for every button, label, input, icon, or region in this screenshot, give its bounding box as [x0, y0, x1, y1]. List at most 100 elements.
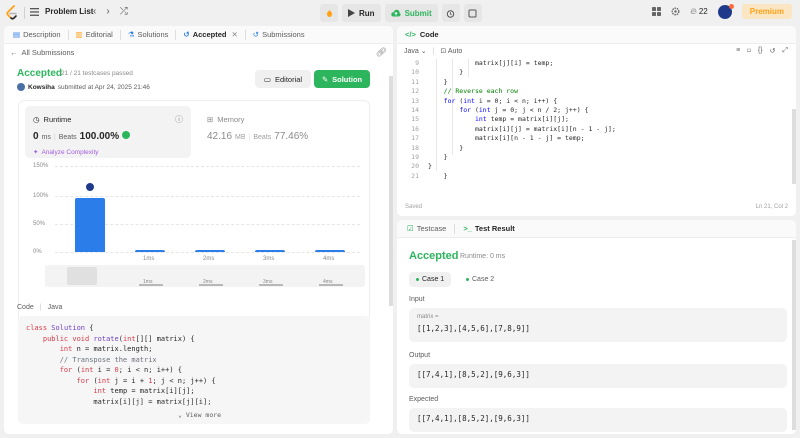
- submission-user: Kowsiha submitted at Apr 24, 2025 21:46: [17, 83, 150, 91]
- bookmark-icon[interactable]: ⌑: [747, 47, 751, 55]
- shuffle-icon[interactable]: ⤮: [120, 6, 128, 17]
- gear-icon[interactable]: [671, 7, 680, 16]
- editor-code-line[interactable]: }: [428, 153, 448, 162]
- runtime-card[interactable]: ◷ Runtime ⓘ 0 ms | Beats 100.00% ✦ Analy…: [25, 106, 191, 158]
- tab-divider: [175, 29, 177, 40]
- runtime-number: 0: [33, 131, 39, 142]
- timer-button[interactable]: [441, 4, 460, 22]
- premium-button[interactable]: Premium: [741, 4, 792, 19]
- sparkle-icon: ✦: [33, 149, 39, 156]
- editor-code-line[interactable]: }: [428, 78, 448, 87]
- reset-icon[interactable]: ↺: [770, 47, 776, 55]
- runtime-beats: 100.00%: [79, 131, 120, 142]
- editor-scrollbar[interactable]: [792, 109, 796, 184]
- case-1-tab[interactable]: Case 1: [409, 272, 452, 287]
- language-select[interactable]: Java ⌄: [404, 47, 427, 55]
- streak-counter[interactable]: 🔥︎ 22: [690, 6, 708, 17]
- editor-code-line[interactable]: int temp = matrix[i][j];: [428, 115, 569, 124]
- info-icon[interactable]: ⓘ: [175, 114, 183, 125]
- editor-code-line[interactable]: matrix[j][i] = temp;: [428, 59, 553, 68]
- top-nav: Problem List ‹ › ⤮ Run Submit 🔥︎ 22 Prem…: [0, 0, 800, 26]
- code-line: int n = matrix.length;: [59, 345, 153, 353]
- submit-button[interactable]: Submit: [384, 4, 438, 22]
- leetcode-logo-icon[interactable]: [5, 5, 19, 21]
- format-icon[interactable]: ≡: [736, 47, 740, 55]
- avatar[interactable]: [717, 3, 734, 19]
- code-editor[interactable]: 9 matrix[j][i] = temp; 10 } 11 } 12 // Reve…: [397, 59, 796, 199]
- beats-badge-icon: [122, 131, 131, 139]
- tab-accepted[interactable]: ↺ Accepted ✕: [178, 26, 242, 44]
- mini-tick-label: 4ms: [323, 279, 333, 285]
- submission-code-block[interactable]: class Solution { public void rotate(int[…: [18, 316, 370, 424]
- braces-icon[interactable]: {}: [758, 47, 763, 55]
- clock-icon: ◷: [33, 115, 40, 124]
- runtime-bar[interactable]: [135, 250, 165, 252]
- editorial-button[interactable]: ▭ Editorial: [255, 70, 311, 88]
- runtime-bar[interactable]: [75, 197, 105, 252]
- tab-editorial[interactable]: ▥ Editorial: [71, 26, 118, 44]
- problem-list-button[interactable]: Problem List: [30, 7, 93, 16]
- notes-button[interactable]: [463, 4, 482, 22]
- view-more-button[interactable]: ⌄ View more: [178, 411, 221, 419]
- output-box[interactable]: [[7,4,1],[8,5,2],[9,6,3]]: [409, 364, 787, 388]
- runtime-bar[interactable]: [255, 250, 285, 252]
- line-number: 21: [411, 171, 419, 180]
- run-button[interactable]: Run: [342, 4, 381, 22]
- arrow-left-icon: ←: [10, 47, 18, 57]
- history-icon: ↺: [183, 30, 190, 39]
- chevron-right-icon[interactable]: ›: [106, 6, 109, 17]
- editor-code-line[interactable]: for (int i = 0; i < n; i++) {: [428, 97, 558, 106]
- memory-label: Memory: [217, 115, 245, 124]
- tab-description[interactable]: ▤ Description: [8, 26, 66, 44]
- tab-test-result[interactable]: >_ Test Result: [459, 224, 518, 233]
- case-label: Case 1: [422, 276, 445, 283]
- range-slider-handle[interactable]: [67, 267, 97, 285]
- editor-code-line[interactable]: matrix[i][j] = matrix[i][n - 1 - j];: [428, 125, 616, 134]
- checkbox-icon: ☑: [407, 224, 414, 233]
- runtime-distribution-chart: 150% 100% 50% 0% 1ms 2ms 3ms 4ms 1ms 2ms 3ms 4…: [19, 161, 369, 321]
- all-submissions-link[interactable]: ← All Submissions 🔗︎: [4, 44, 393, 60]
- line-number: 9: [415, 59, 419, 67]
- expected-box[interactable]: [[7,4,1],[8,5,2],[9,6,3]]: [409, 408, 787, 432]
- x-tick-label: 1ms: [143, 256, 155, 262]
- code-panel-title: Code: [419, 30, 439, 39]
- username[interactable]: Kowsiha: [28, 84, 55, 91]
- grid-line: [55, 166, 360, 167]
- close-icon[interactable]: ✕: [231, 30, 237, 39]
- auto-label: Auto: [447, 48, 463, 55]
- code-line: int temp = matrix[i][j];: [93, 387, 195, 395]
- editor-code-line[interactable]: }: [428, 172, 448, 181]
- runtime-bar[interactable]: [315, 250, 345, 252]
- your-submission-marker[interactable]: [85, 181, 95, 192]
- case-2-tab[interactable]: Case 2: [459, 272, 501, 287]
- tab-testcase[interactable]: ☑ Testcase: [403, 224, 450, 233]
- debug-button[interactable]: [320, 4, 338, 22]
- editor-code-line[interactable]: }: [428, 68, 463, 77]
- input-box[interactable]: matrix = [[1,2,3],[4,5,6],[7,8,9]]: [409, 308, 787, 342]
- user-avatar[interactable]: [17, 83, 25, 91]
- chevron-left-icon[interactable]: ‹: [93, 6, 96, 17]
- editor-code-line[interactable]: matrix[i][n - 1 - j] = temp;: [428, 134, 585, 143]
- link-icon[interactable]: 🔗︎: [376, 47, 387, 58]
- editor-code-line[interactable]: for (int j = 0; j < n / 2; j++) {: [428, 106, 588, 115]
- left-scrollbar[interactable]: [389, 76, 393, 306]
- code-brackets-icon: </>: [405, 30, 416, 39]
- tab-submissions[interactable]: ↺ Submissions: [248, 26, 310, 44]
- memory-number: 42.16: [207, 131, 233, 142]
- editor-code-line[interactable]: }: [428, 144, 463, 153]
- runtime-bar[interactable]: [195, 250, 225, 252]
- tab-label: Editorial: [85, 30, 113, 39]
- layout-grid-icon[interactable]: [652, 7, 662, 16]
- tab-divider: [244, 29, 246, 40]
- solution-button[interactable]: ✎ Solution: [314, 70, 370, 88]
- line-number: 16: [411, 124, 419, 133]
- fullscreen-icon[interactable]: ⤢: [782, 47, 788, 55]
- editor-code-line[interactable]: }: [428, 162, 432, 171]
- auto-mode-toggle[interactable]: ⊡ Auto: [440, 47, 462, 55]
- memory-card[interactable]: ⊞ Memory 42.16 MB | Beats 77.46%: [199, 106, 365, 158]
- tab-label: Test Result: [474, 224, 515, 233]
- tab-solutions[interactable]: ⚗ Solutions: [123, 26, 174, 44]
- analyze-complexity-button[interactable]: ✦ Analyze Complexity: [33, 148, 99, 157]
- editor-code-line[interactable]: // Reverse each row: [428, 87, 518, 96]
- test-scrollbar[interactable]: [792, 240, 796, 430]
